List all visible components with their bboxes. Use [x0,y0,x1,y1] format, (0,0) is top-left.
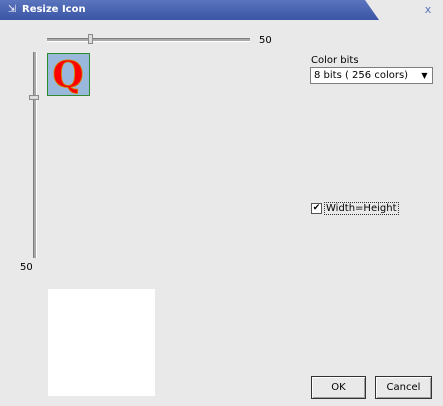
icon-letter: Q [52,54,83,95]
height-value: 50 [20,262,33,273]
color-bits-select[interactable]: 8 bits ( 256 colors) ▼ [310,67,433,84]
chevron-down-icon[interactable]: ▼ [417,68,432,83]
height-slider-handle[interactable] [29,95,39,100]
width-slider[interactable] [47,38,250,42]
cancel-button[interactable]: Cancel [375,376,432,399]
title-bar: ⇲ Resize Icon x [0,0,443,20]
width-height-checkbox[interactable]: ✔ [311,203,322,214]
color-bits-label: Color bits [311,55,359,66]
width-slider-handle[interactable] [88,34,93,44]
close-icon[interactable]: x [421,3,435,17]
icon-preview: Q [47,53,90,96]
width-value: 50 [259,35,272,46]
q-icon: Q [52,54,84,97]
ok-button[interactable]: OK [311,376,366,399]
height-slider[interactable] [33,52,37,258]
color-bits-value: 8 bits ( 256 colors) [314,70,409,81]
window-title: Resize Icon [22,4,86,15]
width-height-label[interactable]: Width=Height [324,202,399,215]
preview-area [48,289,155,396]
window-menu-icon[interactable]: ⇲ [6,4,18,16]
